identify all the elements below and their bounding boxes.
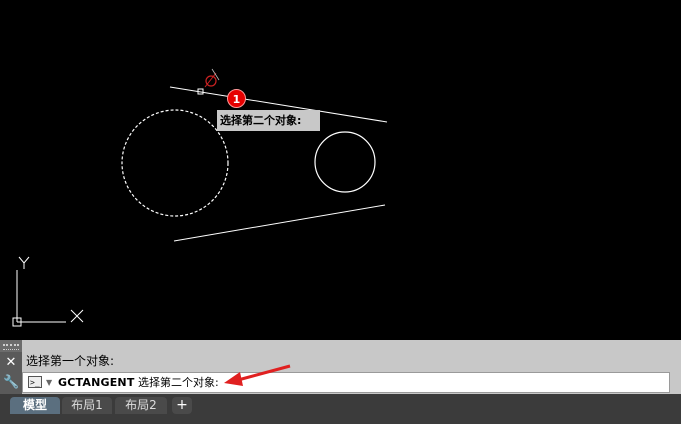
command-input-row[interactable]: >_ ▼ GCTANGENT 选择第二个对象: xyxy=(22,372,670,393)
selected-circle[interactable] xyxy=(121,109,229,217)
command-prompt-icon[interactable]: >_ xyxy=(28,376,42,388)
pickbox-cursor-icon xyxy=(204,68,220,88)
close-icon[interactable]: ✕ xyxy=(3,355,19,371)
chevron-down-icon[interactable]: ▼ xyxy=(46,376,52,390)
layout-tab-bar: 模型 布局1 布局2 + xyxy=(0,394,681,424)
tangent-line-bottom[interactable] xyxy=(173,204,386,242)
command-history-line: 选择第一个对象: xyxy=(26,354,115,368)
wrench-icon[interactable]: 🔧 xyxy=(3,375,19,391)
command-input[interactable]: GCTANGENT 选择第二个对象: xyxy=(58,373,219,392)
step-badge: 1 xyxy=(227,89,246,108)
tab-layout2[interactable]: 布局2 xyxy=(115,397,167,414)
panel-grip-handle[interactable] xyxy=(0,340,22,352)
dynamic-input-tooltip: 选择第二个对象: xyxy=(217,110,320,131)
drawing-geometry[interactable] xyxy=(0,0,681,340)
small-circle[interactable] xyxy=(314,131,376,193)
command-prompt-text: 选择第二个对象: xyxy=(138,376,219,389)
command-side-strip: ✕ 🔧 xyxy=(0,352,22,394)
tab-layout1[interactable]: 布局1 xyxy=(62,397,112,414)
tab-model[interactable]: 模型 xyxy=(10,397,60,414)
add-layout-button[interactable]: + xyxy=(172,397,192,414)
ucs-icon xyxy=(12,256,84,327)
drawing-canvas[interactable]: 1 选择第二个对象: xyxy=(0,0,681,340)
command-name: GCTANGENT xyxy=(58,376,135,389)
